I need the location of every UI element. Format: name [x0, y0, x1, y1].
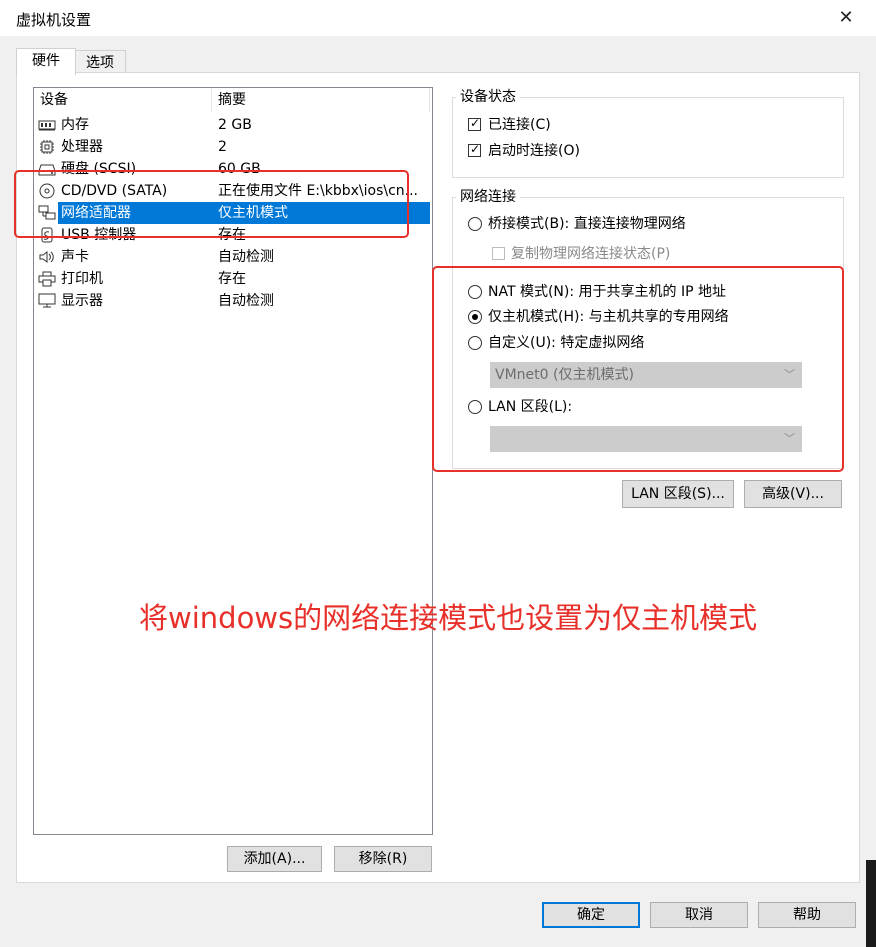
- device-name: 显示器: [61, 293, 103, 309]
- device-summary: 自动检测: [218, 249, 274, 265]
- close-button[interactable]: ✕: [830, 4, 862, 32]
- annotation-box-device: [14, 170, 409, 238]
- lan-segments-button[interactable]: LAN 区段(S)...: [622, 480, 734, 508]
- annotation-text: 将windows的网络连接模式也设置为仅主机模式: [139, 601, 758, 635]
- remove-button[interactable]: 移除(R): [334, 846, 432, 872]
- tab-options-label: 选项: [86, 55, 114, 71]
- device-status-group: [452, 97, 844, 178]
- tab-hardware[interactable]: 硬件: [16, 48, 76, 75]
- monitor-icon: [38, 293, 56, 308]
- memory-icon: [38, 120, 56, 131]
- cancel-button[interactable]: 取消: [650, 902, 748, 928]
- check-icon: ✓: [470, 116, 481, 130]
- device-name: 声卡: [61, 249, 89, 265]
- replicate-state-checkbox[interactable]: [492, 247, 505, 260]
- device-summary: 2: [218, 139, 227, 155]
- check-icon: ✓: [470, 142, 481, 156]
- speaker-icon: [39, 251, 54, 263]
- device-name: 打印机: [61, 271, 103, 287]
- connect-at-power-on-checkbox[interactable]: ✓: [468, 142, 481, 157]
- window-title: 虚拟机设置: [16, 11, 92, 29]
- connect-at-power-on-label[interactable]: 启动时连接(O): [488, 142, 580, 160]
- bridged-label[interactable]: 桥接模式(B): 直接连接物理网络: [488, 215, 686, 233]
- tab-hardware-label: 硬件: [32, 53, 60, 69]
- annotation-box-network: [432, 266, 844, 472]
- replicate-state-label: 复制物理网络连接状态(P): [511, 246, 671, 262]
- device-row-sound[interactable]: 声卡 自动检测: [34, 246, 430, 268]
- device-row-display[interactable]: 显示器 自动检测: [34, 290, 430, 312]
- device-row-memory[interactable]: 内存 2 GB: [34, 114, 430, 136]
- device-summary: 存在: [218, 271, 246, 287]
- network-connection-title: 网络连接: [456, 189, 520, 205]
- connected-checkbox[interactable]: ✓: [468, 116, 481, 131]
- column-header-summary[interactable]: 摘要: [212, 88, 430, 112]
- printer-icon: [38, 271, 56, 287]
- bridged-radio[interactable]: [468, 217, 482, 231]
- device-summary: 2 GB: [218, 117, 252, 133]
- column-header-device[interactable]: 设备: [34, 88, 212, 112]
- add-button[interactable]: 添加(A)...: [227, 846, 322, 872]
- advanced-button[interactable]: 高级(V)...: [744, 480, 842, 508]
- device-name: 内存: [61, 117, 89, 133]
- title-bar: [0, 0, 876, 36]
- help-button[interactable]: 帮助: [758, 902, 856, 928]
- cpu-icon: [40, 140, 54, 154]
- desktop-background-edge: [866, 860, 876, 947]
- connected-label[interactable]: 已连接(C): [488, 116, 551, 134]
- device-status-title: 设备状态: [456, 89, 520, 105]
- device-name: 处理器: [61, 139, 103, 155]
- ok-button[interactable]: 确定: [542, 902, 640, 928]
- device-row-printer[interactable]: 打印机 存在: [34, 268, 430, 290]
- device-row-processor[interactable]: 处理器 2: [34, 136, 430, 158]
- device-summary: 自动检测: [218, 293, 274, 309]
